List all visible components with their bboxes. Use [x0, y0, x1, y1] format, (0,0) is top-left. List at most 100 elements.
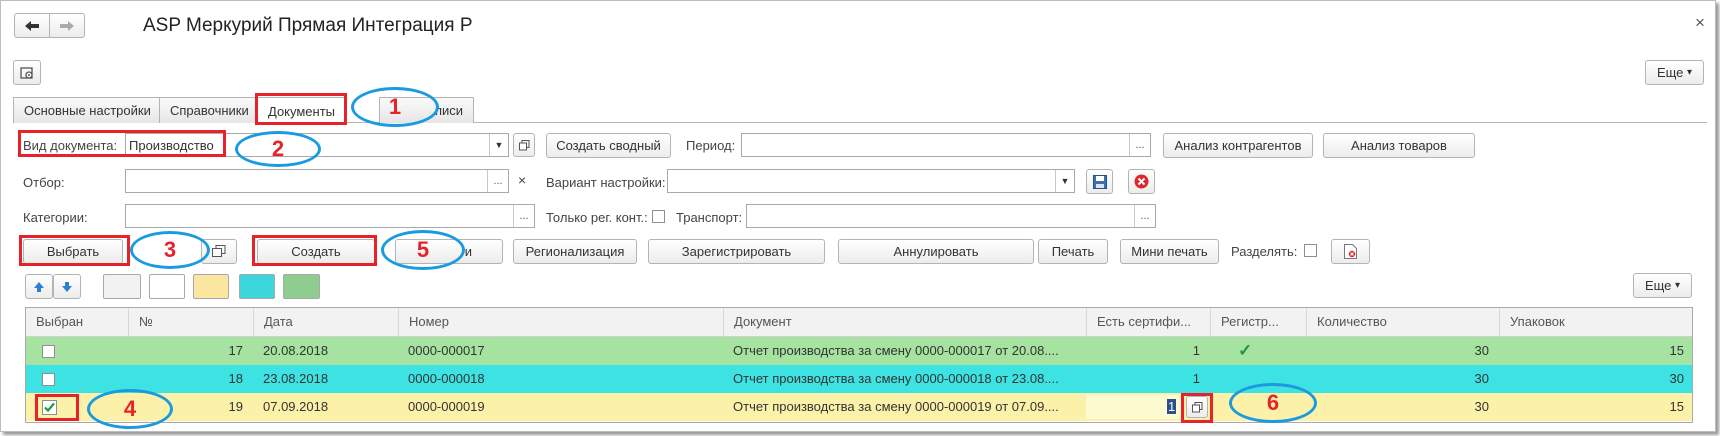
grid-more-button[interactable]: Еще ▾: [1633, 273, 1692, 298]
period-field[interactable]: ...: [741, 133, 1151, 157]
tab-label: Справочники: [170, 103, 249, 118]
annotation-2: 2: [235, 131, 321, 167]
row-num: 18: [228, 371, 243, 386]
row-select-checkbox[interactable]: [42, 345, 55, 358]
arrow-left-icon: [25, 20, 39, 31]
arrow-right-icon: [60, 20, 74, 31]
row-date: 23.08.2018: [263, 371, 329, 386]
documents-table[interactable]: Выбран № Дата Номер Документ Есть сертиф…: [25, 307, 1693, 423]
tab-references[interactable]: Справочники: [159, 97, 260, 123]
column-header[interactable]: Количество: [1306, 308, 1499, 336]
create-summary-button[interactable]: Создать сводный: [546, 133, 671, 158]
register-button[interactable]: Зарегистрировать: [648, 239, 825, 264]
move-down-button[interactable]: [53, 274, 81, 299]
categories-label: Категории:: [23, 210, 88, 225]
row-document: Отчет производства за смену 0000-000019 …: [733, 399, 1059, 414]
registered-check-icon: ✓: [1238, 341, 1253, 360]
categories-select-button[interactable]: ...: [513, 205, 534, 227]
variant-label: Вариант настройки:: [546, 175, 666, 190]
color-filter-green-button[interactable]: [283, 274, 320, 299]
column-header[interactable]: Упаковок: [1499, 308, 1692, 336]
certificate-edit-field[interactable]: 1: [1086, 395, 1182, 419]
row-packages: 15: [1669, 343, 1684, 358]
arrow-up-icon: [34, 281, 44, 292]
row-num: 17: [228, 343, 243, 358]
period-select-button[interactable]: ...: [1129, 134, 1150, 156]
column-header[interactable]: Есть сертифи...: [1086, 308, 1210, 336]
close-icon[interactable]: ×: [1695, 13, 1705, 33]
highlight-open-certificate: [1181, 393, 1213, 423]
more-label: Еще: [1644, 278, 1672, 293]
column-header[interactable]: Выбран: [26, 308, 128, 336]
row-document: Отчет производства за смену 0000-000017 …: [733, 343, 1059, 358]
print-button[interactable]: Печать: [1038, 239, 1108, 264]
annul-button[interactable]: Аннулировать: [838, 239, 1034, 264]
color-filter-yellow-button[interactable]: [193, 274, 229, 299]
save-variant-button[interactable]: [1086, 169, 1113, 194]
delete-document-icon: [1344, 244, 1357, 259]
hidden-button-label: и: [464, 244, 472, 259]
split-checkbox[interactable]: [1304, 244, 1317, 257]
column-header[interactable]: №: [128, 308, 253, 336]
row-date: 20.08.2018: [263, 343, 329, 358]
highlight-create-button: [252, 235, 377, 266]
app-window: ASP Меркурий Прямая Интеграция Р × Еще ▾…: [0, 0, 1716, 432]
color-filter-white-button[interactable]: [149, 274, 185, 299]
table-row[interactable]: 18 23.08.2018 0000-000018 Отчет производ…: [26, 365, 1692, 393]
reg-only-checkbox[interactable]: [652, 210, 665, 223]
back-button[interactable]: [14, 13, 50, 38]
goods-analysis-button[interactable]: Анализ товаров: [1323, 133, 1475, 158]
chevron-down-icon: ▾: [1687, 67, 1693, 78]
forward-button[interactable]: [49, 13, 85, 38]
annotation-5: 5: [381, 230, 465, 270]
cancel-icon: [1134, 174, 1149, 189]
delete-doc-button[interactable]: [1331, 239, 1370, 264]
period-label: Период:: [686, 138, 736, 153]
categories-field[interactable]: ...: [125, 204, 535, 228]
annotation-3: 3: [130, 231, 210, 269]
tab-label: писи: [435, 103, 464, 118]
transport-label: Транспорт:: [676, 210, 743, 225]
tab-main-settings[interactable]: Основные настройки: [13, 97, 162, 123]
chevron-down-icon: ▾: [1675, 280, 1681, 291]
transport-field[interactable]: ...: [746, 204, 1156, 228]
table-row[interactable]: 19 07.09.2018 0000-000019 Отчет производ…: [26, 393, 1692, 421]
clear-selection-icon[interactable]: ×: [518, 172, 526, 188]
row-date: 07.09.2018: [263, 399, 329, 414]
more-label: Еще: [1656, 65, 1684, 80]
highlight-select-button: [19, 235, 130, 266]
gear-icon: [20, 66, 33, 79]
move-up-button[interactable]: [25, 274, 53, 299]
delete-variant-button[interactable]: [1128, 169, 1155, 194]
row-certificate: 1: [1192, 371, 1200, 386]
transport-select-button[interactable]: ...: [1134, 205, 1155, 227]
row-quantity: 30: [1474, 371, 1489, 386]
column-header[interactable]: Регистр...: [1210, 308, 1306, 336]
dropdown-arrow-icon[interactable]: ▼: [1055, 170, 1074, 192]
mini-print-button[interactable]: Мини печать: [1120, 239, 1219, 264]
annotation-4: 4: [87, 389, 173, 429]
row-packages: 30: [1669, 371, 1684, 386]
variant-field[interactable]: ▼: [667, 169, 1075, 193]
selection-select-button[interactable]: ...: [487, 170, 508, 192]
row-number: 0000-000019: [408, 399, 485, 414]
row-select-checkbox[interactable]: [42, 373, 55, 386]
counterparty-analysis-button[interactable]: Анализ контрагентов: [1163, 133, 1313, 158]
regionalization-button[interactable]: Регионализация: [513, 239, 637, 264]
more-button[interactable]: Еще ▾: [1645, 60, 1704, 85]
column-header[interactable]: Дата: [253, 308, 398, 336]
column-header[interactable]: Документ: [723, 308, 1086, 336]
selection-field[interactable]: ...: [125, 169, 509, 193]
open-doc-type-button[interactable]: [513, 133, 535, 157]
row-packages: 15: [1669, 399, 1684, 414]
column-header[interactable]: Номер: [398, 308, 723, 336]
dropdown-arrow-icon[interactable]: ▼: [489, 134, 508, 156]
settings-button[interactable]: [13, 60, 41, 85]
table-row[interactable]: 17 20.08.2018 0000-000017 Отчет производ…: [26, 337, 1692, 365]
row-number: 0000-000018: [408, 371, 485, 386]
color-filter-gray-button[interactable]: [103, 274, 141, 299]
color-filter-cyan-button[interactable]: [239, 274, 275, 299]
row-certificate: 1: [1192, 343, 1200, 358]
highlight-documents-tab: [255, 93, 347, 125]
reg-only-label: Только рег. конт.:: [546, 210, 648, 225]
